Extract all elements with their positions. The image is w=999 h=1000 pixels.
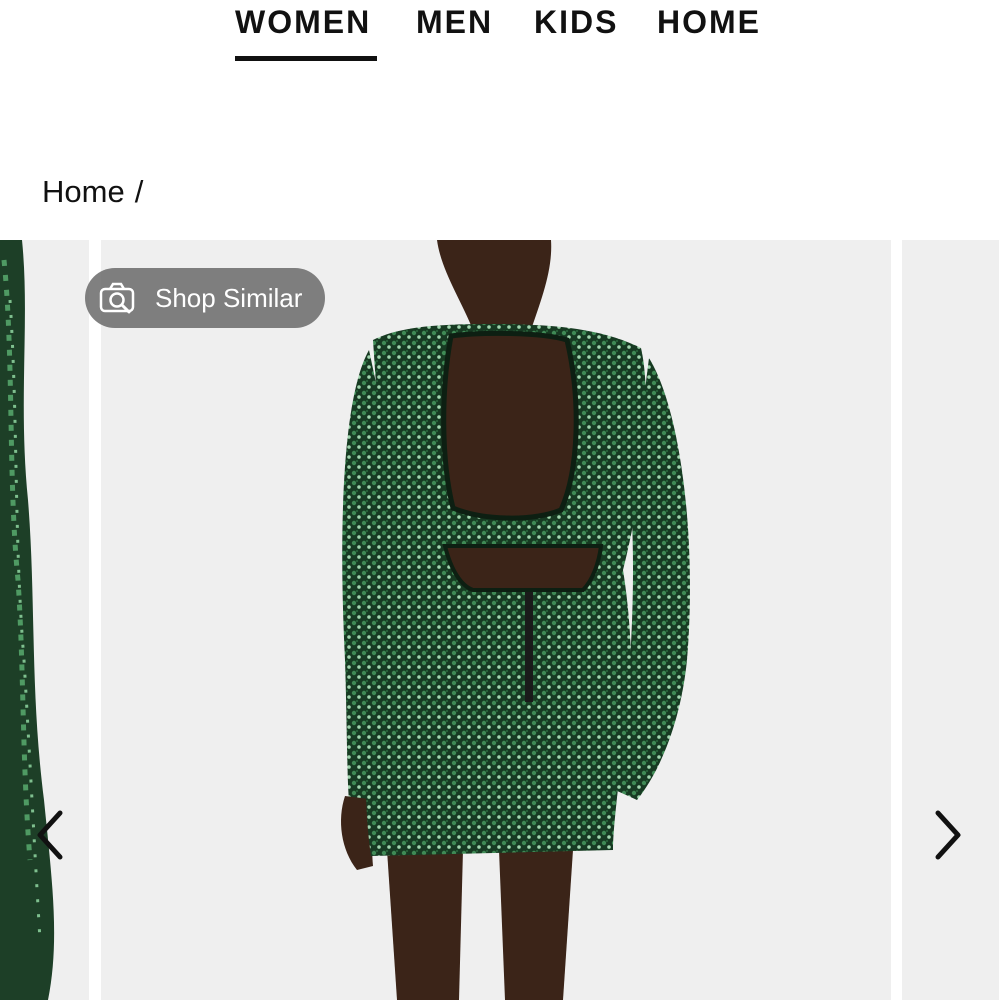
camera-search-icon: [99, 282, 135, 314]
shop-similar-label: Shop Similar: [155, 283, 303, 313]
nav-item-men[interactable]: MEN: [416, 2, 493, 42]
category-nav: WOMEN MEN KIDS HOME: [0, 0, 999, 70]
shop-similar-button[interactable]: Shop Similar: [85, 268, 325, 328]
carousel-next-button[interactable]: [926, 805, 970, 865]
product-image-next: [902, 240, 999, 1000]
carousel-prev-button[interactable]: [28, 805, 72, 865]
product-image-main: [101, 240, 891, 1000]
breadcrumb-separator: /: [134, 174, 144, 209]
breadcrumb: Home /: [42, 172, 143, 212]
nav-item-home[interactable]: HOME: [657, 2, 761, 42]
nav-item-kids[interactable]: KIDS: [534, 2, 618, 42]
nav-item-women[interactable]: WOMEN: [235, 2, 371, 42]
product-image-previous: [0, 240, 89, 1000]
carousel-slide-main[interactable]: [101, 240, 891, 1000]
breadcrumb-home-link[interactable]: Home: [42, 174, 125, 209]
product-image-carousel[interactable]: Shop Similar: [0, 240, 999, 1000]
carousel-slide-previous[interactable]: [0, 240, 89, 1000]
product-page: WOMEN MEN KIDS HOME Home / Shop Similar: [0, 0, 999, 1000]
active-nav-indicator: [235, 56, 377, 61]
carousel-slide-next[interactable]: [902, 240, 999, 1000]
chevron-right-icon: [935, 810, 961, 860]
chevron-left-icon: [37, 810, 63, 860]
